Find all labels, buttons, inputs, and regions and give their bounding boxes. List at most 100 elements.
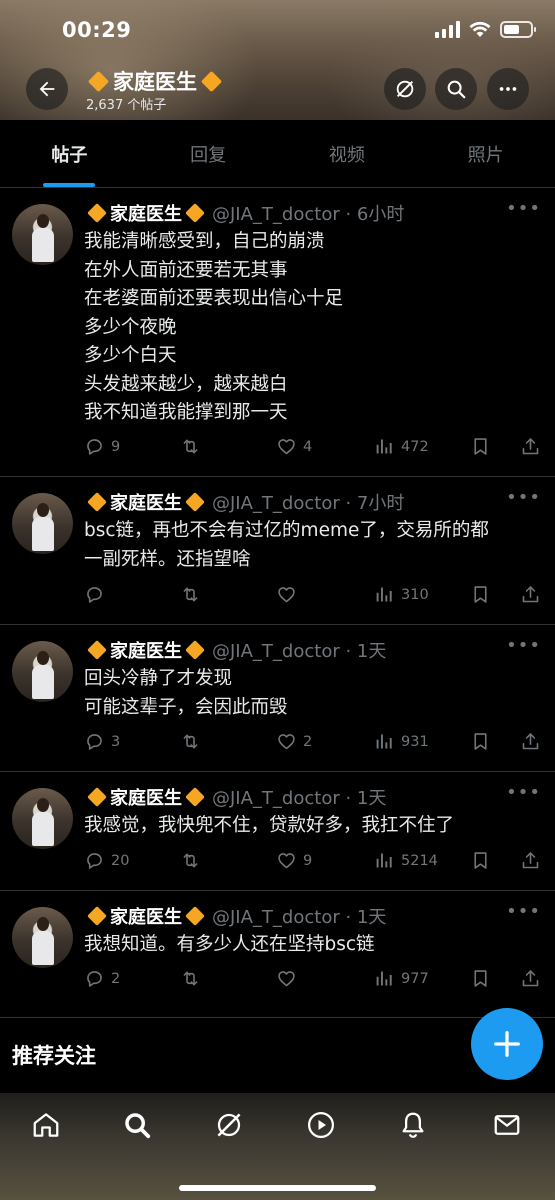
author-handle: @JIA_T_doctor · 1天 bbox=[212, 788, 387, 809]
avatar[interactable] bbox=[12, 788, 73, 849]
views-icon bbox=[374, 584, 395, 605]
bookmark-button[interactable] bbox=[470, 584, 491, 605]
post-actions: 9 4 472 bbox=[84, 436, 544, 460]
reply-button[interactable]: 2 bbox=[84, 968, 120, 989]
tab-replies[interactable]: 回复 bbox=[139, 120, 278, 187]
nav-explore[interactable] bbox=[121, 1109, 153, 1141]
search-button[interactable] bbox=[435, 68, 477, 110]
post-header: 家庭医生 @JIA_T_doctor · 7小时 bbox=[84, 489, 404, 515]
repost-button[interactable] bbox=[180, 850, 207, 871]
post-actions: 310 bbox=[84, 584, 544, 608]
post-more-icon[interactable]: ••• bbox=[506, 487, 541, 508]
repost-button[interactable] bbox=[180, 731, 207, 752]
post-more-icon[interactable]: ••• bbox=[506, 901, 541, 922]
nav-home[interactable] bbox=[30, 1109, 62, 1141]
battery-icon bbox=[500, 20, 536, 38]
bookmark-button[interactable] bbox=[470, 436, 491, 457]
post[interactable]: 家庭医生 @JIA_T_doctor · 1天 ••• 我感觉，我快兜不住，贷款… bbox=[0, 772, 555, 891]
author-name[interactable]: 家庭医生 bbox=[110, 903, 182, 929]
home-indicator bbox=[179, 1185, 376, 1191]
bookmark-icon bbox=[470, 850, 491, 871]
post[interactable]: 家庭医生 @JIA_T_doctor · 6小时 ••• 我能清晰感受到，自己的… bbox=[0, 188, 555, 477]
like-count: 4 bbox=[303, 438, 313, 455]
share-button[interactable] bbox=[520, 584, 541, 605]
reply-icon bbox=[84, 584, 105, 605]
reply-icon bbox=[84, 850, 105, 871]
author-name[interactable]: 家庭医生 bbox=[110, 489, 182, 515]
post-text-line: bsc链，再也不会有过亿的meme了，交易所的都 bbox=[84, 520, 489, 541]
diamond-icon bbox=[87, 906, 107, 926]
repost-icon bbox=[180, 850, 201, 871]
views-count: 310 bbox=[401, 586, 429, 603]
home-icon bbox=[33, 1113, 59, 1137]
repost-icon bbox=[180, 436, 201, 457]
nav-grok[interactable] bbox=[213, 1109, 245, 1141]
post[interactable]: 家庭医生 @JIA_T_doctor · 1天 ••• 我想知道。有多少人还在坚… bbox=[0, 891, 555, 1018]
profile-name-header: 家庭医生 bbox=[86, 66, 224, 96]
views-button[interactable]: 472 bbox=[374, 436, 429, 457]
share-icon bbox=[520, 584, 541, 605]
post-text-line: 在外人面前还要若无其事 bbox=[84, 259, 288, 281]
avatar[interactable] bbox=[12, 493, 73, 554]
post-header: 家庭医生 @JIA_T_doctor · 1天 bbox=[84, 903, 386, 929]
reply-button[interactable]: 9 bbox=[84, 436, 120, 457]
reply-count: 2 bbox=[111, 970, 121, 987]
author-name[interactable]: 家庭医生 bbox=[110, 637, 182, 663]
author-handle: @JIA_T_doctor · 1天 bbox=[212, 907, 387, 928]
views-button[interactable]: 977 bbox=[374, 968, 429, 989]
share-button[interactable] bbox=[520, 436, 541, 457]
post-more-icon[interactable]: ••• bbox=[506, 782, 541, 803]
nav-messages[interactable] bbox=[491, 1109, 523, 1141]
avatar[interactable] bbox=[12, 641, 73, 702]
views-button[interactable]: 931 bbox=[374, 731, 429, 752]
post-text-line: 回头冷静了才发现 bbox=[84, 668, 233, 689]
tab-videos[interactable]: 视频 bbox=[278, 120, 417, 187]
tab-posts[interactable]: 帖子 bbox=[0, 120, 139, 187]
post-text-line: 我能清晰感受到，自己的崩溃 bbox=[84, 231, 325, 252]
post-more-icon[interactable]: ••• bbox=[506, 198, 541, 219]
like-icon bbox=[276, 731, 297, 752]
views-count: 977 bbox=[401, 970, 429, 987]
reply-icon bbox=[84, 731, 105, 752]
share-button[interactable] bbox=[520, 968, 541, 989]
repost-button[interactable] bbox=[180, 436, 207, 457]
post[interactable]: 家庭医生 @JIA_T_doctor · 7小时 ••• bsc链，再也不会有过… bbox=[0, 477, 555, 625]
post[interactable]: 家庭医生 @JIA_T_doctor · 1天 ••• 回头冷静了才发现 可能这辈… bbox=[0, 625, 555, 772]
like-button[interactable]: 9 bbox=[276, 850, 312, 871]
author-name[interactable]: 家庭医生 bbox=[110, 200, 182, 226]
share-button[interactable] bbox=[520, 731, 541, 752]
diamond-icon bbox=[87, 640, 107, 660]
post-header: 家庭医生 @JIA_T_doctor · 1天 bbox=[84, 637, 386, 663]
diamond-icon bbox=[185, 787, 205, 807]
post-text-line: 我感觉，我快兜不住，贷款好多，我扛不住了 bbox=[84, 815, 455, 836]
bookmark-button[interactable] bbox=[470, 731, 491, 752]
author-name[interactable]: 家庭医生 bbox=[110, 784, 182, 810]
post-more-icon[interactable]: ••• bbox=[506, 635, 541, 656]
avatar[interactable] bbox=[12, 907, 73, 968]
share-button[interactable] bbox=[520, 850, 541, 871]
repost-button[interactable] bbox=[180, 968, 207, 989]
views-icon bbox=[374, 731, 395, 752]
bookmark-button[interactable] bbox=[470, 968, 491, 989]
reply-button[interactable]: 20 bbox=[84, 850, 129, 871]
like-button[interactable]: 2 bbox=[276, 731, 312, 752]
more-button[interactable] bbox=[487, 68, 529, 110]
wifi-icon bbox=[469, 21, 491, 37]
like-button[interactable] bbox=[276, 968, 303, 989]
views-button[interactable]: 5214 bbox=[374, 850, 438, 871]
back-button[interactable] bbox=[26, 68, 68, 110]
bookmark-button[interactable] bbox=[470, 850, 491, 871]
repost-button[interactable] bbox=[180, 584, 207, 605]
nav-notifications[interactable] bbox=[397, 1109, 429, 1141]
views-icon bbox=[374, 850, 395, 871]
like-button[interactable]: 4 bbox=[276, 436, 312, 457]
compose-button[interactable] bbox=[471, 1008, 543, 1080]
tab-photos[interactable]: 照片 bbox=[416, 120, 555, 187]
grok-button[interactable] bbox=[384, 68, 426, 110]
avatar[interactable] bbox=[12, 204, 73, 265]
views-button[interactable]: 310 bbox=[374, 584, 429, 605]
reply-button[interactable]: 3 bbox=[84, 731, 120, 752]
like-button[interactable] bbox=[276, 584, 303, 605]
reply-button[interactable] bbox=[84, 584, 111, 605]
nav-video[interactable] bbox=[305, 1109, 337, 1141]
